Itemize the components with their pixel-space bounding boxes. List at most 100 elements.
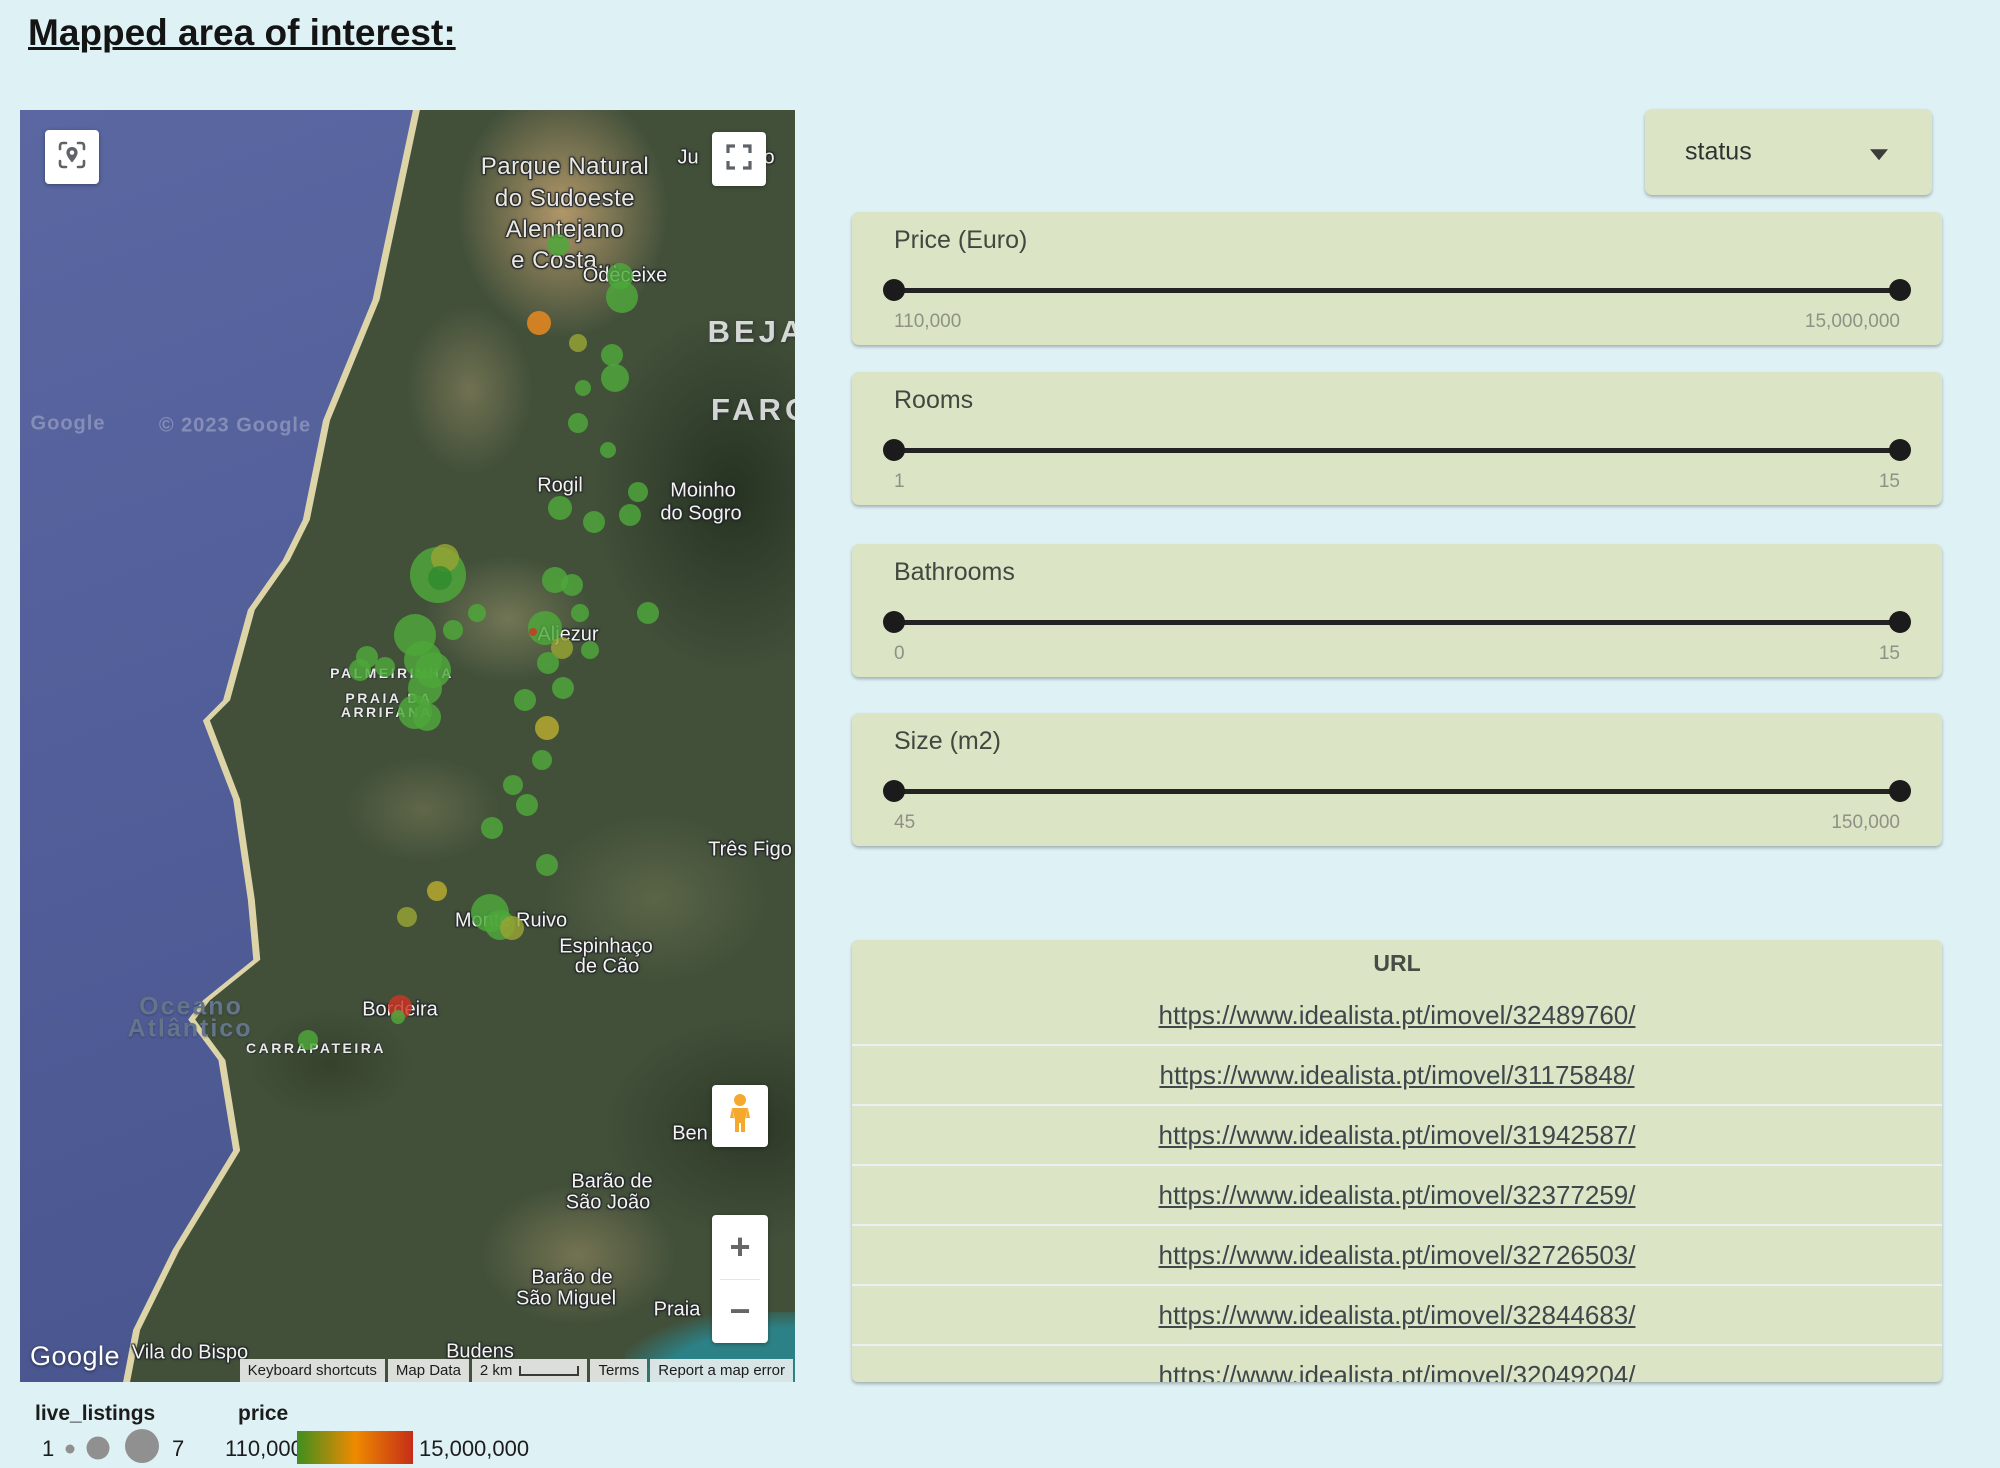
terms-link[interactable]: Terms	[590, 1359, 647, 1382]
page-title: Mapped area of interest:	[28, 12, 456, 54]
listing-marker[interactable]	[391, 1010, 405, 1024]
listing-marker[interactable]	[481, 817, 503, 839]
zoom-out-button[interactable]: −	[712, 1280, 768, 1344]
listing-url-link[interactable]: https://www.idealista.pt/imovel/31175848…	[1159, 1060, 1634, 1091]
listing-marker[interactable]	[601, 344, 623, 366]
listing-marker[interactable]	[468, 604, 486, 622]
listing-marker[interactable]	[503, 775, 523, 795]
listing-marker[interactable]	[561, 574, 583, 596]
listing-marker[interactable]	[537, 652, 559, 674]
slider-handle-max[interactable]	[1889, 611, 1911, 633]
map-label: © 2023 Google	[159, 415, 311, 438]
listing-url-link[interactable]: https://www.idealista.pt/imovel/31942587…	[1159, 1120, 1636, 1151]
listing-marker[interactable]	[500, 916, 524, 940]
url-table-header: URL	[852, 940, 1942, 986]
listing-marker[interactable]	[552, 677, 574, 699]
map-data-link[interactable]: Map Data	[388, 1359, 469, 1382]
listing-url-link[interactable]: https://www.idealista.pt/imovel/32726503…	[1159, 1240, 1636, 1271]
url-table-row: https://www.idealista.pt/imovel/32377259…	[852, 1164, 1942, 1224]
locate-button[interactable]	[45, 130, 99, 184]
listing-marker[interactable]	[619, 504, 641, 526]
slider-handle-max[interactable]	[1889, 780, 1911, 802]
legend-price-title: price	[238, 1402, 288, 1426]
listing-marker[interactable]	[575, 380, 591, 396]
map-label: Ben	[672, 1123, 708, 1146]
map-scale-label: 2 km	[480, 1362, 513, 1379]
map[interactable]: Parque Naturaldo SudoesteAlentejanoe Cos…	[20, 110, 795, 1382]
listing-marker[interactable]	[443, 620, 463, 640]
listing-url-link[interactable]: https://www.idealista.pt/imovel/32377259…	[1159, 1180, 1636, 1211]
slider-handle-min[interactable]	[883, 611, 905, 633]
slider-handle-min[interactable]	[883, 279, 905, 301]
google-logo[interactable]: Google	[30, 1341, 120, 1372]
map-label: do Sudoeste	[495, 185, 635, 213]
listing-url-link[interactable]: https://www.idealista.pt/imovel/32489760…	[1159, 1000, 1636, 1031]
slider-track[interactable]	[894, 288, 1900, 293]
listing-marker[interactable]	[527, 311, 551, 335]
slider-panel-size-m2: Size (m2)45150,000	[852, 713, 1942, 846]
listing-marker[interactable]	[535, 716, 559, 740]
listing-marker[interactable]	[536, 854, 558, 876]
legend-dot-large	[125, 1429, 159, 1463]
slider-handle-max[interactable]	[1889, 279, 1911, 301]
slider-panel-price-euro: Price (Euro)110,00015,000,000	[852, 212, 1942, 345]
listing-marker[interactable]	[628, 482, 648, 502]
pegman-button[interactable]	[712, 1085, 768, 1147]
listing-marker[interactable]	[375, 657, 395, 677]
listing-marker[interactable]	[548, 496, 572, 520]
url-table-row: https://www.idealista.pt/imovel/31175848…	[852, 1044, 1942, 1104]
listing-marker[interactable]	[529, 628, 537, 636]
minus-icon: −	[729, 1290, 750, 1332]
map-label: Praia	[654, 1299, 701, 1322]
listing-marker[interactable]	[397, 907, 417, 927]
url-table-row: https://www.idealista.pt/imovel/32489760…	[852, 986, 1942, 1044]
listing-marker[interactable]	[637, 602, 659, 624]
target-pin-icon	[55, 138, 89, 177]
listing-marker[interactable]	[601, 364, 629, 392]
slider-track[interactable]	[894, 448, 1900, 453]
listing-marker[interactable]	[571, 604, 589, 622]
zoom-control: + −	[712, 1215, 768, 1343]
listing-marker[interactable]	[413, 703, 441, 731]
map-scale[interactable]: 2 km	[472, 1359, 588, 1382]
slider-handle-min[interactable]	[883, 780, 905, 802]
report-map-error-link[interactable]: Report a map error	[650, 1359, 793, 1382]
listing-url-link[interactable]: https://www.idealista.pt/imovel/32844683…	[1159, 1300, 1636, 1331]
listing-marker[interactable]	[428, 566, 452, 590]
slider-max-value: 15,000,000	[1805, 311, 1900, 333]
url-table-body: https://www.idealista.pt/imovel/32489760…	[852, 986, 1942, 1382]
slider-handle-max[interactable]	[1889, 439, 1911, 461]
legend-size-title: live_listings	[35, 1402, 155, 1426]
listing-marker[interactable]	[569, 334, 587, 352]
url-table-row: https://www.idealista.pt/imovel/31942587…	[852, 1104, 1942, 1164]
legend-dot-small	[66, 1445, 75, 1454]
map-label: São João	[566, 1192, 651, 1215]
pegman-icon	[723, 1092, 757, 1141]
map-label: Ju	[677, 147, 698, 170]
listing-marker[interactable]	[606, 281, 638, 313]
map-label: Parque Natural	[481, 153, 649, 181]
listing-marker[interactable]	[349, 659, 371, 681]
listing-marker[interactable]	[600, 442, 616, 458]
listing-marker[interactable]	[516, 794, 538, 816]
slider-min-value: 110,000	[894, 311, 961, 333]
zoom-in-button[interactable]: +	[712, 1215, 768, 1279]
map-label: Moinho	[670, 480, 736, 503]
slider-track[interactable]	[894, 620, 1900, 625]
slider-handle-min[interactable]	[883, 439, 905, 461]
listing-marker[interactable]	[514, 689, 536, 711]
listing-url-link[interactable]: https://www.idealista.pt/imovel/32049204…	[1159, 1360, 1636, 1383]
listing-marker[interactable]	[532, 750, 552, 770]
status-dropdown[interactable]: status	[1645, 109, 1932, 195]
legend-price-min: 110,000	[225, 1436, 303, 1462]
listing-marker[interactable]	[298, 1030, 318, 1050]
map-label: Barão de	[531, 1267, 612, 1290]
listing-marker[interactable]	[427, 881, 447, 901]
listing-marker[interactable]	[547, 234, 569, 256]
listing-marker[interactable]	[568, 413, 588, 433]
listing-marker[interactable]	[581, 641, 599, 659]
slider-track[interactable]	[894, 789, 1900, 794]
listing-marker[interactable]	[583, 511, 605, 533]
keyboard-shortcuts-link[interactable]: Keyboard shortcuts	[240, 1359, 385, 1382]
fullscreen-button[interactable]	[712, 132, 766, 186]
